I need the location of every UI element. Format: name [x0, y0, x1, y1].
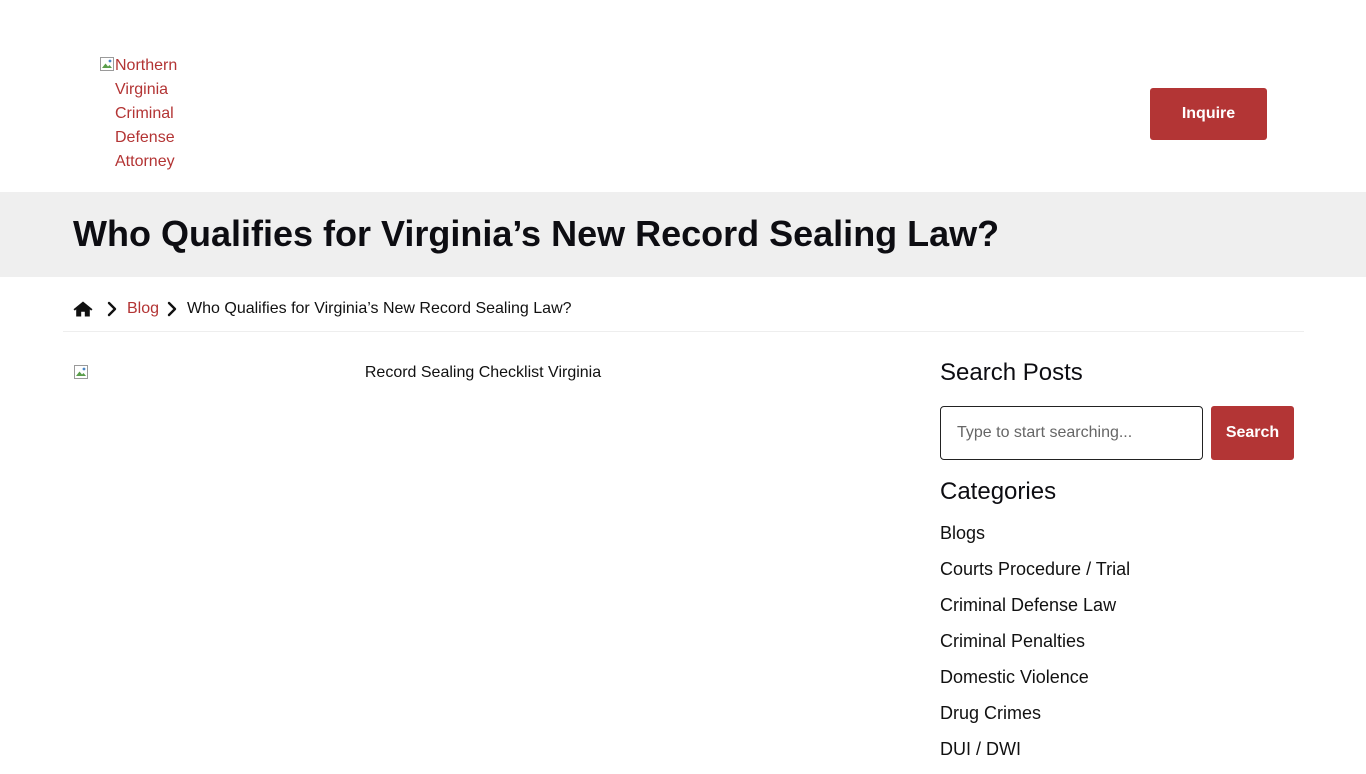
category-item: Domestic Violence [940, 666, 1300, 702]
category-item: Criminal Penalties [940, 630, 1300, 666]
page-title: Who Qualifies for Virginia’s New Record … [73, 213, 1000, 254]
category-link-blogs[interactable]: Blogs [940, 523, 985, 543]
category-item: DUI / DWI [940, 738, 1300, 774]
search-posts-heading: Search Posts [940, 359, 1083, 386]
category-link-dui-dwi[interactable]: DUI / DWI [940, 739, 1021, 759]
category-item: Criminal Defense Law [940, 594, 1300, 630]
search-button[interactable]: Search [1211, 406, 1294, 460]
inquire-button[interactable]: Inquire [1150, 88, 1267, 140]
breadcrumb: Blog Who Qualifies for Virginia’s New Re… [73, 297, 572, 321]
featured-image-alt: Record Sealing Checklist Virginia [364, 364, 602, 381]
logo-alt-text: Northern Virginia Criminal Defense Attor… [115, 57, 178, 170]
broken-image-icon [99, 56, 115, 72]
category-item: Blogs [940, 522, 1300, 558]
chevron-right-icon [107, 301, 117, 317]
category-link-criminal-penalties[interactable]: Criminal Penalties [940, 631, 1085, 651]
categories-heading: Categories [940, 478, 1057, 505]
site-logo-link[interactable]: Northern Virginia Criminal Defense Attor… [99, 54, 189, 174]
category-item: Courts Procedure / Trial [940, 558, 1300, 594]
category-link-criminal-defense-law[interactable]: Criminal Defense Law [940, 595, 1116, 615]
breadcrumb-current: Who Qualifies for Virginia’s New Record … [187, 300, 572, 317]
breadcrumb-divider [63, 331, 1304, 332]
title-band: Who Qualifies for Virginia’s New Record … [0, 192, 1366, 277]
search-form: Search [940, 406, 1300, 460]
site-header: Northern Virginia Criminal Defense Attor… [0, 0, 1366, 192]
featured-image: Record Sealing Checklist Virginia [73, 362, 893, 392]
chevron-right-icon [167, 301, 177, 317]
category-link-domestic-violence[interactable]: Domestic Violence [940, 667, 1089, 687]
category-item: Drug Crimes [940, 702, 1300, 738]
home-icon[interactable] [73, 300, 93, 318]
sidebar: Search Posts Search Categories Blogs Cou… [940, 356, 1300, 774]
category-link-courts-procedure-trial[interactable]: Courts Procedure / Trial [940, 559, 1130, 579]
breadcrumb-blog-link[interactable]: Blog [127, 300, 159, 318]
category-link-drug-crimes[interactable]: Drug Crimes [940, 703, 1041, 723]
search-input[interactable] [940, 406, 1203, 460]
categories-list: Blogs Courts Procedure / Trial Criminal … [940, 522, 1300, 774]
